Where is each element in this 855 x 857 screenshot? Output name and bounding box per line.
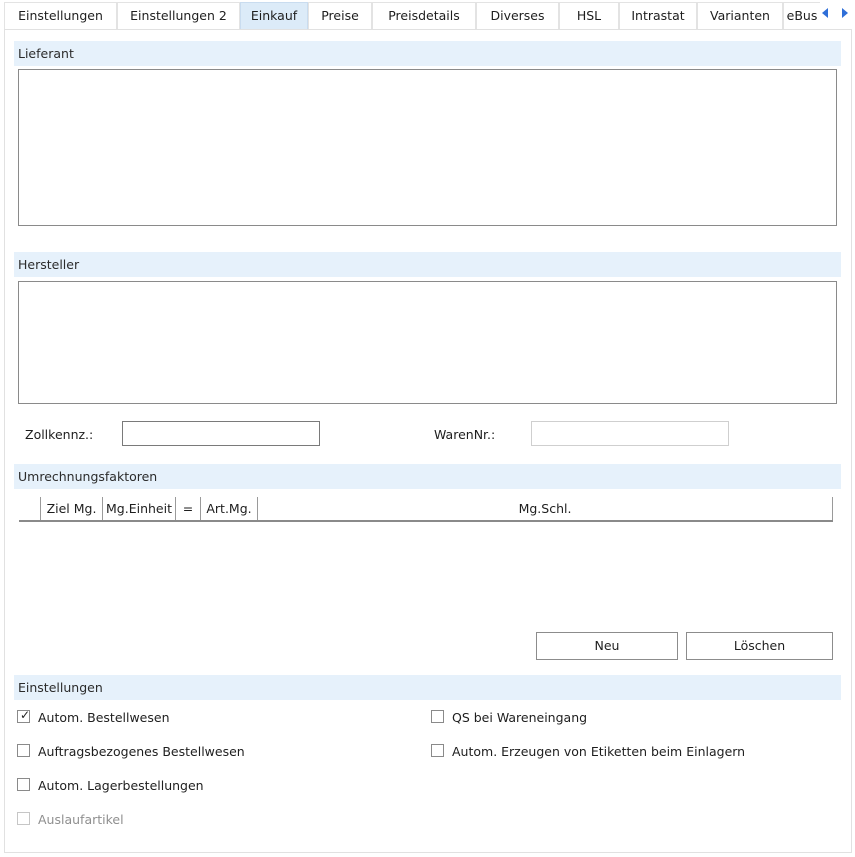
section-header-einstellungen: Einstellungen [14,675,841,700]
auslaufartikel-label: Auslaufartikel [38,812,124,827]
tab-einstellungen-2[interactable]: Einstellungen 2 [117,2,240,29]
qs-wareneingang-label: QS bei Wareneingang [452,710,588,725]
arrow-left-icon[interactable] [822,8,828,18]
checkmark-icon: ✓ [20,708,31,722]
autom-bestellwesen-label: Autom. Bestellwesen [38,710,170,725]
section-header-umrechnungsfaktoren: Umrechnungsfaktoren [14,464,841,489]
tab-preise[interactable]: Preise [308,2,372,29]
section-header-hersteller: Hersteller [14,252,841,277]
column-header-mg-schl[interactable]: Mg.Schl. [257,497,833,520]
tab-einstellungen[interactable]: Einstellungen [4,2,117,29]
tab-einkauf[interactable]: Einkauf [240,2,308,29]
tab-bar: Einstellungen Einstellungen 2 Einkauf Pr… [0,0,855,29]
tab-varianten[interactable]: Varianten [697,2,783,29]
column-header-ziel-mg[interactable]: Ziel Mg. [40,497,102,520]
tab-preisdetails[interactable]: Preisdetails [372,2,476,29]
tab-intrastat[interactable]: Intrastat [619,2,697,29]
delete-button[interactable]: Löschen [686,632,833,660]
autom-bestellwesen-checkbox[interactable]: ✓ [17,708,31,723]
column-header-equals[interactable]: = [175,497,200,520]
qs-wareneingang-checkbox[interactable] [431,710,444,723]
autom-etiketten-checkbox[interactable] [431,744,444,757]
column-header-art-mg[interactable]: Art.Mg. [200,497,257,520]
article-editor-window: Einstellungen Einstellungen 2 Einkauf Pr… [0,0,855,857]
warennr-label: WarenNr.: [434,427,496,442]
tab-ebus[interactable]: eBus [783,2,820,29]
zollkennz-label: Zollkennz.: [25,427,94,442]
new-button[interactable]: Neu [536,632,678,660]
tab-hsl[interactable]: HSL [559,2,619,29]
autom-lagerbestellungen-checkbox[interactable] [17,778,30,791]
umrechnung-grid[interactable]: Ziel Mg. Mg.Einheit = Art.Mg. Mg.Schl. [19,497,833,522]
autom-etiketten-label: Autom. Erzeugen von Etiketten beim Einla… [452,744,746,759]
section-header-lieferant: Lieferant [14,41,841,66]
lieferant-list[interactable] [18,69,837,226]
column-header-mg-einheit[interactable]: Mg.Einheit [102,497,175,520]
auftragsbezogenes-bestellwesen-checkbox[interactable] [17,744,30,757]
arrow-right-icon[interactable] [842,8,848,18]
tab-diverses[interactable]: Diverses [476,2,559,29]
hersteller-list[interactable] [18,281,837,404]
auslaufartikel-checkbox [17,812,30,825]
warennr-input[interactable] [531,421,729,446]
auftragsbezogenes-bestellwesen-label: Auftragsbezogenes Bestellwesen [38,744,245,759]
zollkennz-input[interactable] [122,421,320,446]
autom-lagerbestellungen-label: Autom. Lagerbestellungen [38,778,204,793]
